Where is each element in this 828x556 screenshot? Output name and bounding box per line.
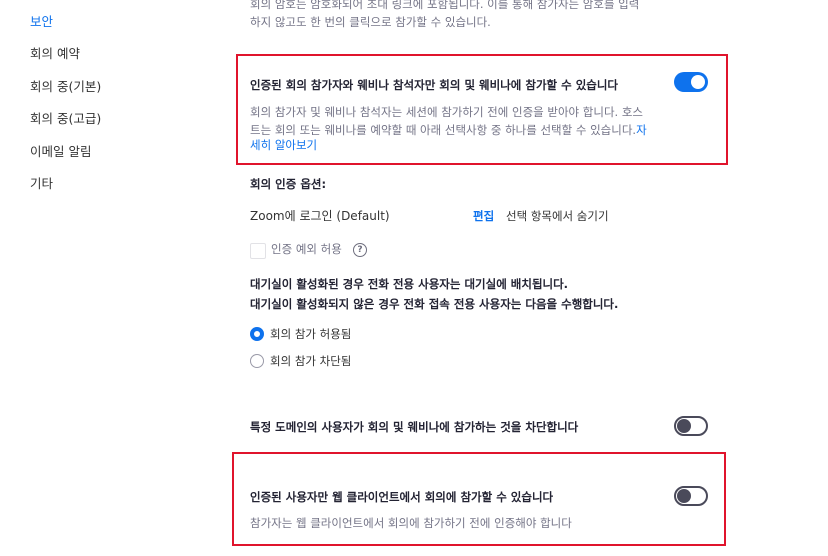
auth-setting-description-line3: 세히 알아보기 xyxy=(250,136,317,154)
learn-more-link[interactable]: 세히 알아보기 xyxy=(250,138,317,152)
toggle-knob xyxy=(677,419,691,433)
sidebar-item-in-meeting-basic[interactable]: 회의 중(기본) xyxy=(30,76,101,95)
auth-option-hide-link[interactable]: 선택 항목에서 숨기기 xyxy=(506,208,609,224)
sidebar-item-email-notifications[interactable]: 이메일 알림 xyxy=(30,141,91,160)
web-client-auth-description: 참가자는 웹 클라이언트에서 회의에 참가하기 전에 인증해야 합니다 xyxy=(250,516,572,530)
sidebar-item-in-meeting-advanced[interactable]: 회의 중(고급) xyxy=(30,108,101,127)
radio-allow-join[interactable] xyxy=(250,327,264,341)
web-client-auth-title: 인증된 사용자만 웹 클라이언트에서 회의에 참가할 수 있습니다 xyxy=(250,490,554,504)
sidebar-item-security[interactable]: 보안 xyxy=(30,11,53,30)
auth-setting-title: 인증된 회의 참가자와 웨비나 참석자만 회의 및 웨비나에 참가할 수 있습니… xyxy=(250,78,619,92)
auth-option-edit-link[interactable]: 편집 xyxy=(473,208,494,224)
auth-options-label: 회의 인증 옵션: xyxy=(250,177,327,191)
auth-setting-description-text: 트는 회의 또는 웨비나를 예약할 때 아래 선택사항 중 하나를 선택할 수 … xyxy=(250,123,637,137)
settings-sidebar: 보안 회의 예약 회의 중(기본) 회의 중(고급) 이메일 알림 기타 xyxy=(0,0,200,556)
auth-exception-label: 인증 예외 허용 xyxy=(271,242,342,256)
block-domains-title: 특정 도메인의 사용자가 회의 및 웨비나에 참가하는 것을 차단합니다 xyxy=(250,420,579,434)
auth-option-name: Zoom에 로그인 (Default) xyxy=(250,209,390,223)
sidebar-item-schedule-meeting[interactable]: 회의 예약 xyxy=(30,43,80,62)
auth-exception-checkbox[interactable] xyxy=(250,243,266,259)
settings-content: 회의 암호는 암호화되어 초대 링크에 포함됩니다. 이를 통해 참가자는 암호… xyxy=(200,0,828,556)
block-domains-toggle[interactable] xyxy=(674,416,708,436)
radio-block-join[interactable] xyxy=(250,354,264,368)
web-client-auth-toggle[interactable] xyxy=(674,486,708,506)
toggle-knob xyxy=(691,75,705,89)
passcode-description-line1: 회의 암호는 암호화되어 초대 링크에 포함됩니다. 이를 통해 참가자는 암호… xyxy=(250,0,640,11)
radio-block-join-label: 회의 참가 차단됨 xyxy=(270,354,352,368)
radio-allow-join-label: 회의 참가 허용됨 xyxy=(270,327,352,341)
auth-setting-toggle[interactable] xyxy=(674,72,708,92)
waiting-room-info-line2: 대기실이 활성화되지 않은 경우 전화 접속 전용 사용자는 다음을 수행합니다… xyxy=(250,297,619,311)
sidebar-item-other[interactable]: 기타 xyxy=(30,173,53,192)
learn-more-link-part1[interactable]: 자 xyxy=(636,123,647,137)
auth-setting-description-line1: 회의 참가자 및 웨비나 참석자는 세션에 참가하기 전에 인증을 받아야 합니… xyxy=(250,105,644,119)
toggle-knob xyxy=(677,489,691,503)
passcode-description-line2: 하지 않고도 한 번의 클릭으로 참가할 수 있습니다. xyxy=(250,15,491,29)
help-icon[interactable]: ? xyxy=(353,243,367,257)
waiting-room-info-line1: 대기실이 활성화된 경우 전화 전용 사용자는 대기실에 배치됩니다. xyxy=(250,277,569,291)
